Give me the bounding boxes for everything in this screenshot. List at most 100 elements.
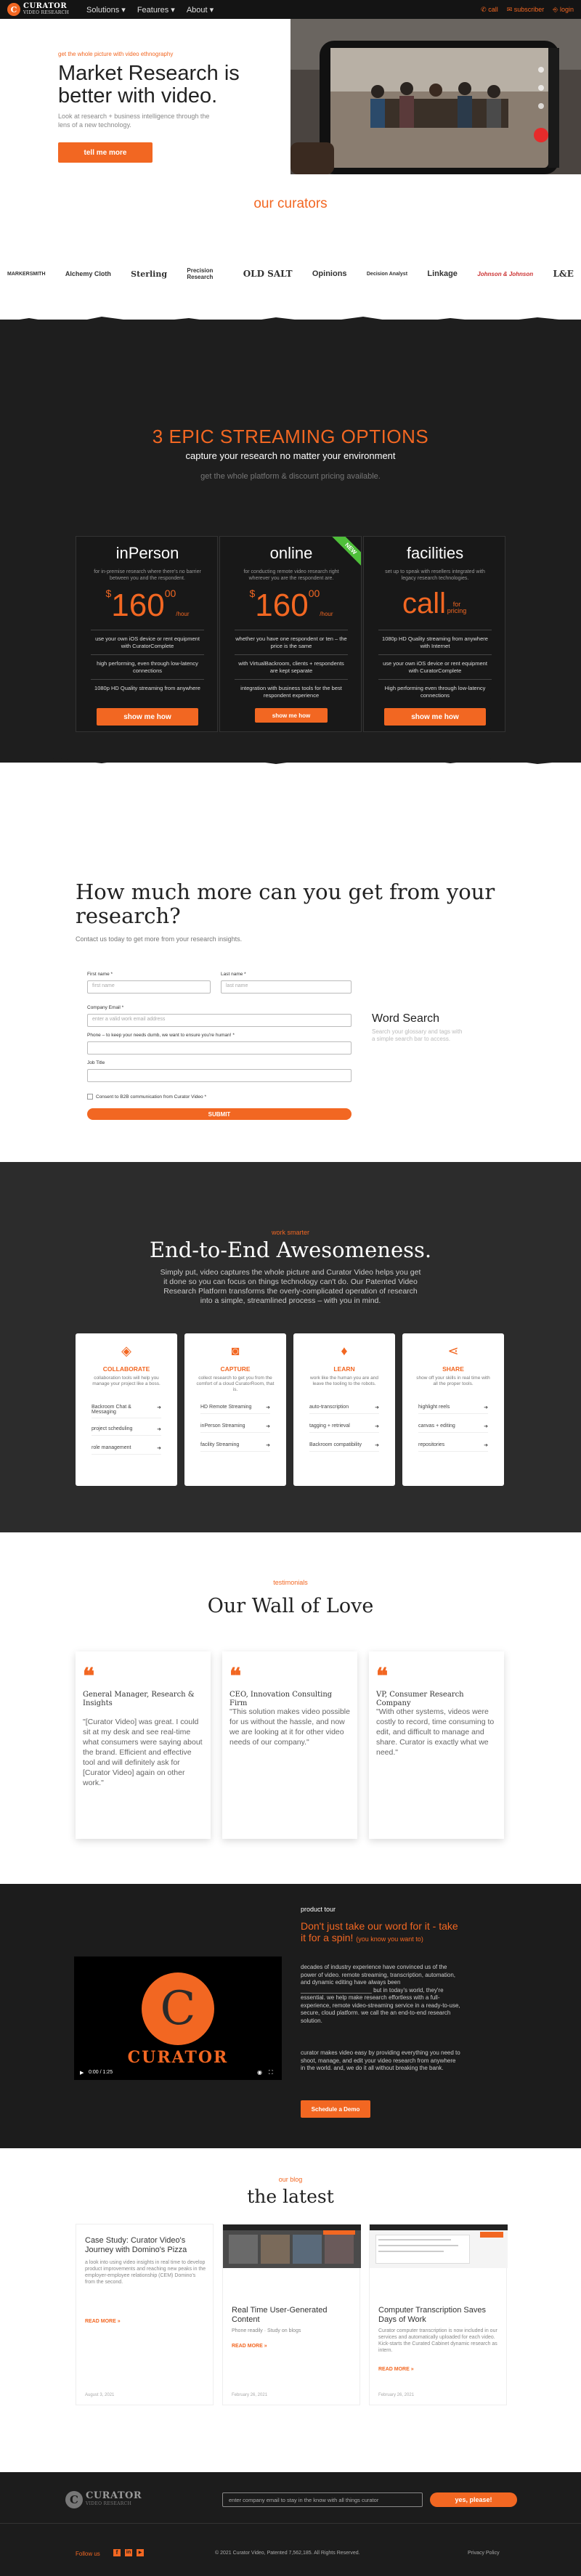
consent-checkbox[interactable] bbox=[87, 1094, 93, 1100]
feature-link[interactable]: HD Remote Streaming ➜ bbox=[200, 1402, 270, 1414]
client-logo: MARKERSMITH bbox=[7, 271, 46, 277]
share-card: ⋖ SHARE show off your skills in real tim… bbox=[402, 1333, 504, 1486]
logo[interactable]: C CURATOR VIDEO RESEARCH bbox=[7, 3, 69, 16]
curators-title: our curators bbox=[253, 196, 328, 211]
feature-link[interactable]: project scheduling ➜ bbox=[92, 1423, 161, 1436]
video-logo-word: CURATOR bbox=[127, 2048, 229, 2067]
client-logo: Linkage bbox=[427, 269, 458, 278]
awesome-title: End-to-End Awesomeness. bbox=[149, 1238, 432, 1262]
nav-about[interactable]: About ▾ bbox=[187, 5, 214, 15]
linkedin-icon[interactable]: in bbox=[125, 2549, 132, 2556]
newsletter-email-input[interactable]: enter company email to stay in the know … bbox=[222, 2492, 423, 2507]
facebook-icon[interactable]: f bbox=[113, 2549, 121, 2556]
footer-logo[interactable]: C CURATOR VIDEO RESEARCH bbox=[65, 2491, 142, 2508]
show-me-how-button[interactable]: show me how bbox=[255, 708, 328, 723]
plan-price: $16000/hour bbox=[249, 588, 333, 623]
word-search-sub: Search your glossary and tags with a sim… bbox=[372, 1028, 463, 1042]
feature-link[interactable]: role management ➜ bbox=[92, 1442, 161, 1455]
blog-card-excerpt: Curator computer transcription is now in… bbox=[378, 2328, 497, 2353]
plan-desc: for in-premise research where there's no… bbox=[94, 569, 201, 581]
tell-me-more-button[interactable]: tell me more bbox=[58, 142, 153, 163]
inperson-card: inPerson for in-premise research where t… bbox=[76, 536, 218, 732]
bulb-icon: ♦ bbox=[341, 1344, 348, 1358]
subscriber-link[interactable]: ✉ subscriber bbox=[507, 6, 545, 14]
feature-link[interactable]: Backroom compatibility ➜ bbox=[309, 1439, 379, 1452]
camera-icon: ◙ bbox=[231, 1344, 240, 1358]
blog-card-date: February 26, 2021 bbox=[232, 2393, 268, 2397]
youtube-icon[interactable]: ▶ bbox=[137, 2549, 144, 2556]
streaming-subtitle: capture your research no matter your env… bbox=[185, 450, 396, 461]
plan-feature: whether you have one respondent or ten –… bbox=[235, 635, 347, 649]
feature-link[interactable]: auto-transcription ➜ bbox=[309, 1402, 379, 1414]
plan-price: call for pricing bbox=[402, 588, 467, 619]
privacy-policy-link[interactable]: Privacy Policy bbox=[468, 2551, 500, 2556]
awesome-kicker: work smarter bbox=[271, 1229, 309, 1236]
word-search-title: Word Search bbox=[372, 1012, 440, 1025]
blog-card[interactable]: Computer Transcription Saves Days of Wor… bbox=[369, 2224, 508, 2405]
play-icon[interactable]: ▶ bbox=[80, 2070, 84, 2076]
plan-feature: 1080p HD Quality streaming from anywhere bbox=[94, 685, 200, 691]
tour-title: Don't just take our word for it - take i… bbox=[301, 1920, 458, 1943]
read-more-link[interactable]: READ MORE » bbox=[378, 2367, 414, 2372]
hero-kicker: get the whole picture with video ethnogr… bbox=[58, 51, 174, 57]
subscribe-button[interactable]: yes, please! bbox=[430, 2492, 517, 2507]
schedule-demo-button[interactable]: Schedule a Demo bbox=[301, 2100, 370, 2118]
logo-sub: VIDEO RESEARCH bbox=[23, 10, 69, 15]
streaming-note: get the whole platform & discount pricin… bbox=[200, 472, 381, 481]
nav-features[interactable]: Features ▾ bbox=[137, 5, 175, 15]
read-more-link[interactable]: READ MORE » bbox=[232, 2344, 267, 2349]
read-more-link[interactable]: READ MORE » bbox=[85, 2319, 121, 2324]
plan-feature: 1080p HD Quality streaming from anywhere… bbox=[382, 635, 488, 649]
quote-icon: ❝ bbox=[229, 1664, 242, 1689]
follow-us-label: Follow us bbox=[76, 2551, 100, 2557]
client-logo: L&E bbox=[553, 269, 574, 279]
phone-input[interactable] bbox=[87, 1041, 352, 1055]
testimonial-card: ❝ General Manager, Research & Insights "… bbox=[76, 1651, 211, 1839]
feature-link[interactable]: canvas + editing ➜ bbox=[418, 1421, 488, 1433]
client-logo: Opinions bbox=[312, 269, 347, 278]
blog-card-excerpt: a look into using video insights in real… bbox=[85, 2260, 206, 2285]
layers-icon: ◈ bbox=[121, 1344, 131, 1358]
plan-feature: use your own iOS device or rent equipmen… bbox=[383, 660, 487, 674]
capture-card: ◙ CAPTURE collect research to get you fr… bbox=[184, 1333, 286, 1486]
form-subtitle: Contact us today to get more from your r… bbox=[76, 935, 243, 943]
hero-title: Market Research is better with video. bbox=[58, 62, 240, 107]
awesome-section: work smarter End-to-End Awesomeness. Sim… bbox=[0, 1162, 581, 1532]
plan-feature: high performing, even through low-latenc… bbox=[97, 660, 198, 674]
blog-card[interactable]: Case Study: Curator Video's Journey with… bbox=[76, 2224, 214, 2405]
feature-link[interactable]: highlight reels ➜ bbox=[418, 1402, 488, 1414]
plan-desc: set up to speak with resellers integrate… bbox=[385, 569, 485, 581]
email-input[interactable]: enter a valid work email address bbox=[87, 1014, 352, 1027]
learn-card: ♦ LEARN work like the human you are and … bbox=[293, 1333, 395, 1486]
testimonial-card: ❝ CEO, Innovation Consulting Firm "This … bbox=[222, 1651, 357, 1839]
plan-name: inPerson bbox=[115, 544, 179, 562]
top-nav-bar: C CURATOR VIDEO RESEARCH Solutions ▾ Feat… bbox=[0, 0, 581, 19]
submit-button[interactable]: SUBMIT bbox=[87, 1108, 352, 1120]
blog-card-title[interactable]: Computer Transcription Saves Days of Wor… bbox=[378, 2306, 500, 2325]
feature-link[interactable]: tagging + retrieval ➜ bbox=[309, 1421, 379, 1433]
nav-solutions[interactable]: Solutions ▾ bbox=[86, 5, 126, 15]
curators-logos: MARKERSMITH Alchemy Cloth Sterling Preci… bbox=[7, 267, 574, 280]
login-link[interactable]: ⎆ login bbox=[553, 6, 574, 14]
blog-card-title[interactable]: Real Time User-Generated Content bbox=[232, 2306, 354, 2325]
blog-title: the latest bbox=[247, 2186, 334, 2207]
call-link[interactable]: ✆ call bbox=[481, 6, 498, 14]
blog-card-title[interactable]: Case Study: Curator Video's Journey with… bbox=[85, 2236, 207, 2255]
blog-card[interactable]: Real Time User-Generated Content Phone r… bbox=[222, 2224, 361, 2405]
feature-link[interactable]: repositories ➜ bbox=[418, 1439, 488, 1452]
job-title-input[interactable] bbox=[87, 1069, 352, 1082]
video-player[interactable]: C CURATOR ▶ 0:00 / 1:25 ◉ ⛶ bbox=[74, 1957, 282, 2080]
last-name-input[interactable]: last name bbox=[221, 980, 352, 994]
fullscreen-icon[interactable]: ⛶ bbox=[269, 2069, 273, 2076]
client-logo: Precision Research bbox=[187, 267, 214, 280]
streaming-section: 3 EPIC STREAMING OPTIONS capture your re… bbox=[0, 317, 581, 764]
plan-feature: integration with business tools for the … bbox=[240, 685, 342, 699]
feature-link[interactable]: inPerson Streaming ➜ bbox=[200, 1421, 270, 1433]
show-me-how-button[interactable]: show me how bbox=[97, 708, 198, 726]
first-name-input[interactable]: first name bbox=[87, 980, 211, 994]
volume-icon[interactable]: ◉ bbox=[257, 2069, 262, 2076]
feature-link[interactable]: Backroom Chat & Messaging ➜ bbox=[92, 1402, 161, 1418]
feature-link[interactable]: facility Streaming ➜ bbox=[200, 1439, 270, 1452]
hero-subtitle: Look at research + business intelligence… bbox=[58, 113, 210, 129]
show-me-how-button[interactable]: show me how bbox=[384, 708, 486, 726]
